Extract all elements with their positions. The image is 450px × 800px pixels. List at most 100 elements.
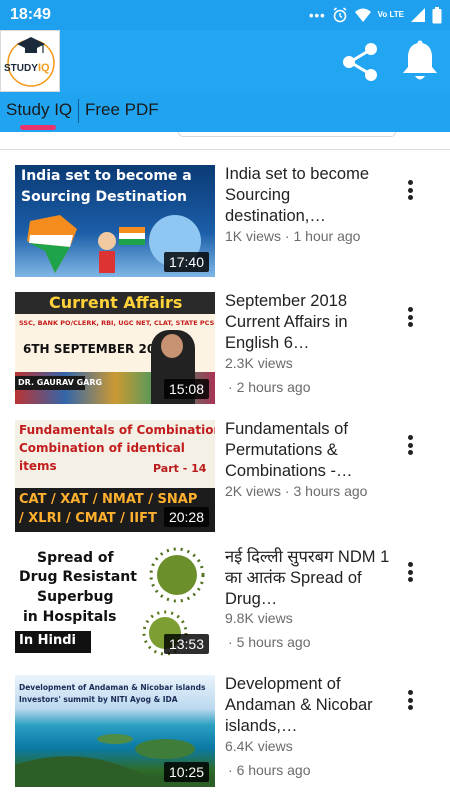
video-meta-views: 6.4K views: [225, 738, 293, 754]
video-item[interactable]: Current Affairs SSC, BANK PO/CLERK, RBI,…: [0, 292, 450, 410]
bell-icon: [403, 40, 437, 80]
thumbnail-text: in Hospitals: [23, 609, 117, 625]
active-tab-indicator: [20, 125, 56, 130]
thumbnail-text: Sourcing Destination: [21, 189, 187, 205]
video-thumbnail[interactable]: Spread of Drug Resistant Superbug in Hos…: [15, 547, 215, 659]
dot: [407, 569, 413, 575]
dot: [407, 442, 413, 448]
video-views: 2K views: [225, 483, 282, 499]
dot: [407, 690, 413, 695]
dot: [407, 307, 413, 312]
thumbnail-text: Superbug: [37, 589, 114, 605]
video-meta-time: · 5 hours ago: [228, 634, 311, 650]
video-time: 5 hours ago: [236, 634, 311, 650]
thumbnail-text: Investors' summit by NITI Ayog & IDA: [19, 695, 178, 704]
video-duration: 17:40: [163, 252, 209, 272]
tab-study-iq[interactable]: Study IQ: [6, 100, 72, 120]
video-meta-time: · 2 hours ago: [228, 379, 311, 395]
thumbnail-text: Fundamentals of Combination: [19, 423, 215, 437]
thumbnail-text: Spread of: [37, 550, 114, 566]
share-button[interactable]: [338, 40, 382, 84]
video-duration: 20:28: [163, 507, 209, 527]
video-meta-views: 2.3K views: [225, 355, 293, 371]
thumbnail-text: Combination of identical: [19, 441, 185, 455]
dot: [407, 322, 413, 327]
battery-icon: [432, 6, 442, 23]
thumbnail-text: Drug Resistant: [19, 569, 137, 585]
video-meta: 1K views · 1 hour ago: [225, 228, 361, 244]
more-options-button[interactable]: [400, 304, 420, 330]
video-title[interactable]: India set to become Sourcing destination…: [225, 164, 390, 227]
more-options-button[interactable]: [400, 559, 420, 585]
dot: [407, 180, 413, 185]
dot: [407, 195, 413, 200]
thumbnail-text: DR. GAURAV GARG: [18, 378, 103, 387]
video-title[interactable]: September 2018 Current Affairs in Englis…: [225, 291, 390, 354]
video-time: 6 hours ago: [236, 762, 311, 778]
tab-free-pdf[interactable]: Free PDF: [85, 100, 159, 120]
status-icons: ••• Vo LTE: [309, 6, 442, 24]
thumbnail-text: In Hindi: [19, 633, 76, 648]
thumbnail-text: Part - 14: [153, 462, 207, 475]
more-options-button[interactable]: [400, 177, 420, 203]
studyiq-logo[interactable]: STUDY IQ: [0, 30, 60, 92]
volte-indicator: Vo LTE: [377, 10, 404, 19]
video-duration: 13:53: [163, 634, 209, 654]
video-item[interactable]: Development of Andaman & Nicobar islands…: [0, 675, 450, 793]
video-duration: 15:08: [163, 379, 209, 399]
svg-text:IQ: IQ: [38, 62, 50, 74]
filter-chip[interactable]: [178, 132, 396, 137]
thumbnail-text: Development of Andaman & Nicobar islands: [19, 683, 206, 692]
svg-text:STUDY: STUDY: [4, 63, 38, 74]
video-time: 1 hour ago: [293, 228, 361, 244]
video-thumbnail[interactable]: India set to become a Sourcing Destinati…: [15, 165, 215, 277]
list-divider: [0, 149, 450, 150]
video-meta: 2K views · 3 hours ago: [225, 483, 368, 499]
video-item[interactable]: Fundamentals of Combination Combination …: [0, 420, 450, 538]
video-views: 6.4K views: [225, 738, 293, 754]
video-meta-views: 9.8K views: [225, 610, 293, 626]
wifi-icon: [354, 8, 371, 22]
video-item[interactable]: India set to become a Sourcing Destinati…: [0, 165, 450, 283]
thumbnail-text: India set to become a: [21, 168, 192, 184]
video-views: 2.3K views: [225, 355, 293, 371]
thumbnail-text: CAT / XAT / NMAT / SNAP: [19, 492, 198, 507]
video-thumbnail[interactable]: Development of Andaman & Nicobar islands…: [15, 675, 215, 787]
more-options-button[interactable]: [400, 432, 420, 458]
app-bar: STUDY IQ: [0, 30, 450, 92]
tab-separator: [78, 99, 79, 123]
status-bar: 18:49 ••• Vo LTE: [0, 0, 450, 30]
thumbnail-text: items: [19, 459, 57, 473]
dot: [407, 187, 413, 193]
dot: [407, 705, 413, 710]
video-time: 2 hours ago: [236, 379, 311, 395]
share-icon: [343, 43, 377, 81]
thumbnail-text: Current Affairs: [49, 293, 183, 312]
dot: [407, 435, 413, 440]
notification-dots: •••: [308, 7, 326, 23]
logo-graphic: STUDY IQ: [4, 37, 55, 87]
thumbnail-text: 6TH SEPTEMBER 2018: [23, 342, 172, 356]
video-meta-time: · 6 hours ago: [228, 762, 311, 778]
status-time: 18:49: [10, 6, 51, 23]
video-item[interactable]: Spread of Drug Resistant Superbug in Hos…: [0, 547, 450, 665]
video-title[interactable]: नई दिल्ली सुपरबग NDM 1 का आतंक Spread of…: [225, 547, 390, 610]
tab-bar: Study IQ Free PDF: [0, 92, 450, 132]
video-title[interactable]: Fundamentals of Permutations & Combinati…: [225, 419, 390, 482]
dot: [407, 577, 413, 582]
video-views: 9.8K views: [225, 610, 293, 626]
video-thumbnail[interactable]: Fundamentals of Combination Combination …: [15, 420, 215, 532]
video-thumbnail[interactable]: Current Affairs SSC, BANK PO/CLERK, RBI,…: [15, 292, 215, 404]
dot: [407, 697, 413, 703]
video-title[interactable]: Development of Andaman & Nicobar islands…: [225, 674, 390, 737]
dot: [407, 562, 413, 567]
video-time: 3 hours ago: [293, 483, 368, 499]
video-duration: 10:25: [163, 762, 209, 782]
video-views: 1K views: [225, 228, 282, 244]
thumbnail-text: SSC, BANK PO/CLERK, RBI, UGC NET, CLAT, …: [19, 319, 215, 327]
signal-icon: [411, 8, 425, 22]
dot: [407, 314, 413, 320]
notifications-button[interactable]: [398, 38, 442, 84]
alarm-icon: [333, 7, 347, 23]
more-options-button[interactable]: [400, 687, 420, 713]
